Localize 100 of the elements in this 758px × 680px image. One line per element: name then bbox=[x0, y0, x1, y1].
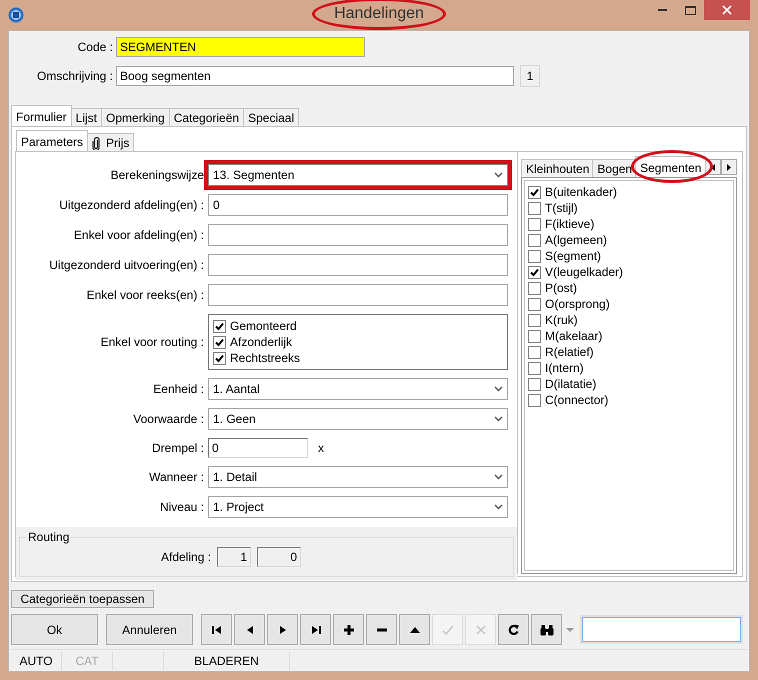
toolbar-button[interactable] bbox=[399, 614, 430, 645]
group-title: Routing bbox=[26, 530, 72, 544]
dropdown-arrow-icon[interactable] bbox=[566, 628, 574, 632]
tab[interactable]: Prijs bbox=[87, 133, 134, 151]
checkbox-label: C(onnector) bbox=[545, 393, 608, 407]
status-panel: BLADEREN bbox=[164, 652, 290, 670]
toolbar-button[interactable] bbox=[531, 614, 562, 645]
chevron-down-icon bbox=[494, 416, 503, 422]
checkbox[interactable] bbox=[528, 298, 541, 310]
dropdown[interactable]: 1. Project bbox=[208, 496, 508, 518]
dropdown[interactable]: 1. Detail bbox=[208, 466, 508, 488]
field-label: Omschrijving : bbox=[36, 69, 113, 83]
chevron-down-icon bbox=[494, 386, 503, 392]
checkbox-label: Afzonderlijk bbox=[230, 335, 292, 349]
checkbox[interactable] bbox=[528, 282, 541, 294]
checkbox-label: K(ruk) bbox=[545, 313, 578, 327]
checkbox-label: Gemonteerd bbox=[230, 319, 297, 333]
tab[interactable]: Opmerking bbox=[101, 108, 170, 126]
plus-icon bbox=[342, 624, 354, 636]
checkbox[interactable] bbox=[528, 250, 541, 262]
field-label: Niveau : bbox=[158, 500, 204, 514]
checkbox-label: O(orsprong) bbox=[545, 297, 610, 311]
dialog-button[interactable]: Ok bbox=[11, 614, 98, 645]
apply-categories-button[interactable]: Categorieën toepassen bbox=[11, 590, 154, 608]
toolbar-button[interactable] bbox=[498, 614, 529, 645]
tab[interactable]: Speciaal bbox=[243, 108, 300, 126]
input-field[interactable]: 0 bbox=[208, 438, 308, 458]
field-label: Enkel voor afdeling(en) : bbox=[72, 228, 204, 242]
description-field[interactable]: Boog segmenten bbox=[116, 66, 514, 86]
checkbox[interactable] bbox=[213, 336, 226, 348]
toolbar-button[interactable] bbox=[201, 614, 232, 645]
input-field[interactable]: 0 bbox=[257, 547, 302, 567]
checkbox[interactable] bbox=[528, 218, 541, 230]
field-label: Berekeningswijze bbox=[110, 168, 204, 182]
checkbox[interactable] bbox=[213, 352, 226, 364]
input-field[interactable] bbox=[208, 224, 508, 246]
field-label: Uitgezonderd afdeling(en) : bbox=[58, 198, 204, 212]
minimize-icon bbox=[658, 9, 666, 11]
status-panel: AUTO bbox=[11, 652, 62, 670]
checkbox-label: D(ilatatie) bbox=[545, 377, 596, 391]
field-label: Uitgezonderd uitvoering(en) : bbox=[48, 258, 204, 272]
checkbox-label: I(ntern) bbox=[545, 361, 584, 375]
checkbox[interactable] bbox=[528, 314, 541, 326]
code-field[interactable]: SEGMENTEN bbox=[116, 37, 365, 57]
maximize-icon bbox=[684, 6, 696, 14]
tab[interactable]: Bogen bbox=[592, 159, 638, 177]
toolbar-button[interactable] bbox=[234, 614, 265, 645]
checkmark-icon bbox=[442, 624, 454, 636]
toolbar-button[interactable] bbox=[366, 614, 397, 645]
field-label: Eenheid : bbox=[152, 382, 204, 396]
field-label: Drempel : bbox=[150, 441, 204, 455]
checkbox-label: S(egment) bbox=[545, 249, 602, 263]
field-label: Wanneer : bbox=[148, 470, 204, 484]
close-button[interactable] bbox=[704, 0, 750, 20]
tab[interactable]: Categorieën bbox=[168, 108, 244, 126]
input-field[interactable]: 1 bbox=[217, 547, 252, 567]
checkbox[interactable] bbox=[528, 394, 541, 406]
toolbar-button[interactable] bbox=[267, 614, 298, 645]
dropdown[interactable]: 1. Aantal bbox=[208, 378, 508, 400]
toolbar-button[interactable] bbox=[300, 614, 331, 645]
checkbox-label: F(iktieve) bbox=[545, 217, 594, 231]
checkbox[interactable] bbox=[528, 202, 541, 214]
tab[interactable]: Parameters bbox=[16, 130, 88, 151]
checkbox[interactable] bbox=[528, 378, 541, 390]
tab[interactable]: Segmenten bbox=[635, 156, 706, 177]
chevron-down-icon bbox=[494, 504, 503, 510]
tab[interactable]: Formulier bbox=[11, 105, 72, 126]
field-label: Voorwaarde : bbox=[132, 412, 204, 426]
checkbox[interactable] bbox=[528, 266, 541, 278]
checkbox[interactable] bbox=[213, 320, 226, 332]
checkbox-label: T(stijl) bbox=[545, 201, 578, 215]
toolbar-button[interactable] bbox=[333, 614, 364, 645]
input-field[interactable] bbox=[208, 254, 508, 276]
app-icon[interactable] bbox=[8, 7, 24, 23]
search-field[interactable] bbox=[582, 617, 741, 642]
checkbox[interactable] bbox=[528, 346, 541, 358]
chevron-down-icon bbox=[494, 172, 503, 178]
checkbox[interactable] bbox=[528, 186, 541, 198]
checkbox-label: V(leugelkader) bbox=[545, 265, 624, 279]
checkbox-label: M(akelaar) bbox=[545, 329, 602, 343]
paperclip-icon bbox=[92, 136, 100, 150]
dialog-button[interactable]: Annuleren bbox=[106, 614, 193, 645]
tab[interactable]: Kleinhouten bbox=[521, 159, 594, 177]
checkbox-label: R(elatief) bbox=[545, 345, 594, 359]
dropdown[interactable]: 1. Geen bbox=[208, 408, 508, 430]
scroll-right-button[interactable] bbox=[721, 159, 737, 175]
window-title: Handelingen bbox=[333, 5, 425, 23]
checkbox-label: A(lgemeen) bbox=[545, 233, 608, 247]
skip-start-icon bbox=[210, 624, 222, 636]
counter-field: 1 bbox=[520, 65, 540, 87]
input-field[interactable]: 0 bbox=[208, 194, 508, 216]
left-triangle-icon bbox=[711, 164, 715, 170]
refresh-icon bbox=[508, 624, 520, 636]
checkbox[interactable] bbox=[528, 234, 541, 246]
tab[interactable]: Lijst bbox=[70, 108, 102, 126]
checkbox[interactable] bbox=[528, 362, 541, 374]
checkbox[interactable] bbox=[528, 330, 541, 342]
field-label: Code : bbox=[76, 40, 113, 54]
field-label: Afdeling : bbox=[161, 550, 212, 564]
input-field[interactable] bbox=[208, 284, 508, 306]
